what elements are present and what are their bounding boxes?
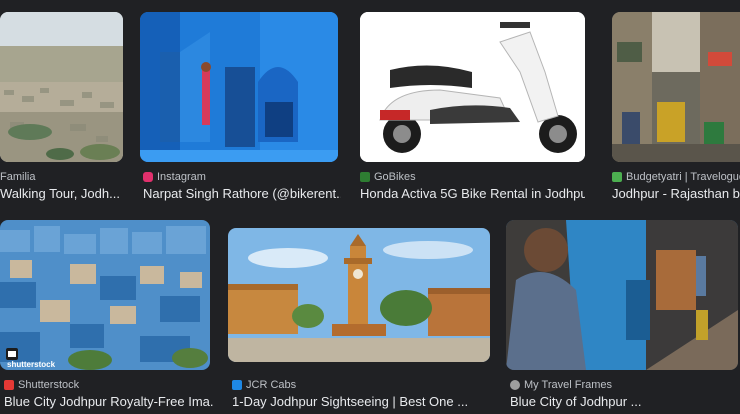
result-image-city-aerial[interactable] (0, 12, 123, 162)
result-image-scooter[interactable] (360, 12, 585, 162)
result-title-1[interactable]: Walking Tour, Jodh... (0, 186, 123, 201)
result-source-5: Shutterstock (4, 379, 79, 391)
result-title-6[interactable]: 1-Day Jodhpur Sightseeing | Best One ... (232, 394, 494, 409)
result-title-7[interactable]: Blue City of Jodhpur ... (510, 394, 738, 409)
result-image-clock-tower[interactable] (228, 228, 490, 362)
result-image-blue-wall[interactable] (140, 12, 338, 162)
result-title-5[interactable]: Blue City Jodhpur Royalty-Free Ima... (4, 394, 214, 409)
jcrcabs-icon (232, 380, 242, 390)
result-source-4: Budgetyatri | Travelogues (612, 171, 740, 183)
result-title-2[interactable]: Narpat Singh Rathore (@bikerent... (143, 186, 341, 201)
result-source-6: JCR Cabs (232, 379, 296, 391)
result-source-7: My Travel Frames (510, 379, 612, 391)
instagram-icon (143, 172, 153, 182)
budgetyatri-icon (612, 172, 622, 182)
shutterstock-watermark: shutterstock (7, 360, 56, 369)
result-image-blue-city[interactable]: shutterstock (0, 220, 210, 370)
result-image-blue-alley[interactable] (506, 220, 738, 370)
shutterstock-icon (4, 380, 14, 390)
result-source-2: Instagram (143, 171, 206, 183)
result-image-street[interactable] (612, 12, 740, 162)
result-title-3[interactable]: Honda Activa 5G Bike Rental in Jodhpur..… (360, 186, 585, 201)
result-source-3: GoBikes (360, 171, 416, 183)
gobikes-icon (360, 172, 370, 182)
result-source-1: Familia (0, 171, 36, 183)
mytravelframes-icon (510, 380, 520, 390)
result-title-4[interactable]: Jodhpur - Rajasthan bike (612, 186, 740, 201)
